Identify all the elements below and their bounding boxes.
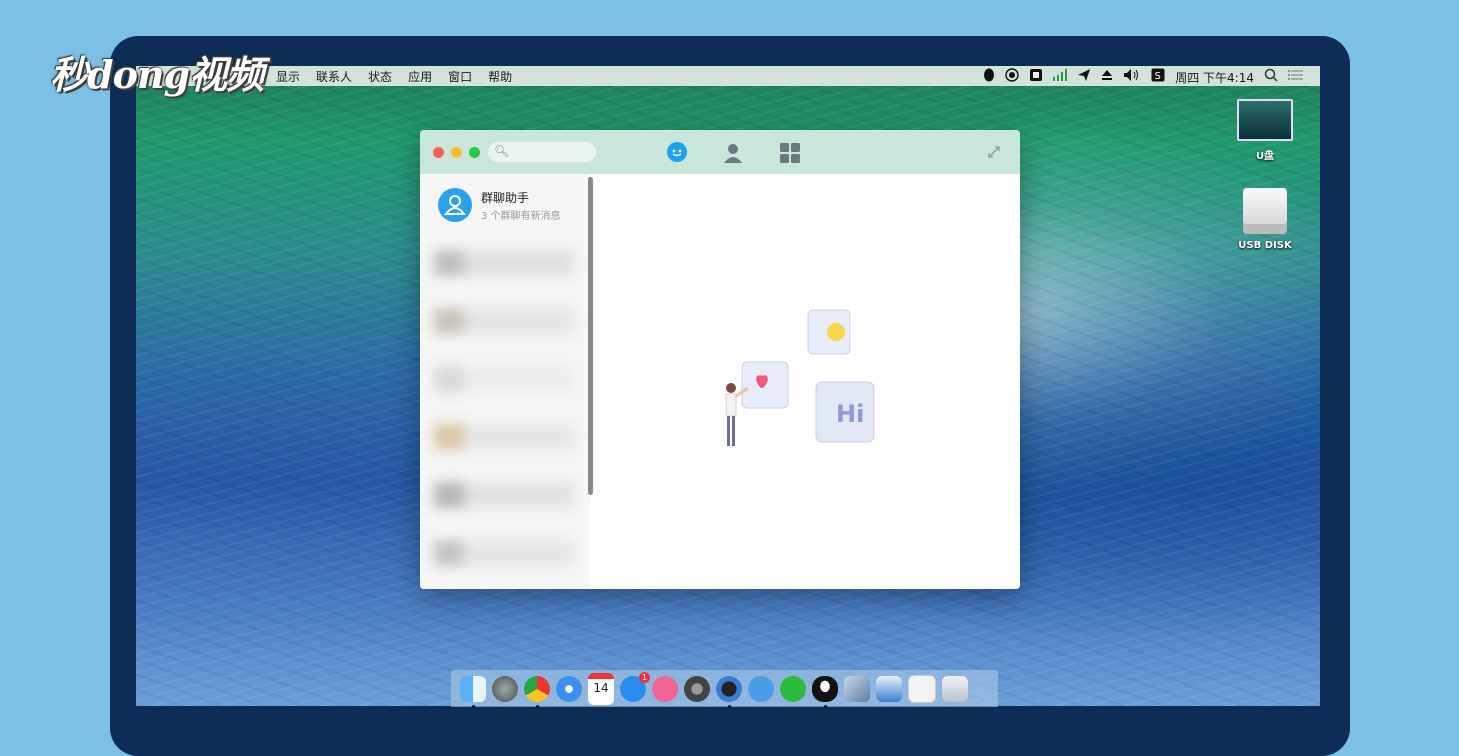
clock[interactable]: 周四 下午4:14 <box>1175 69 1254 86</box>
documents-icon[interactable] <box>908 674 936 703</box>
app-store-badge: 1 <box>639 671 650 683</box>
group-avatar-icon <box>438 188 472 222</box>
menu-help[interactable]: 帮助 <box>488 68 512 85</box>
chrome-icon[interactable] <box>524 675 550 708</box>
apps-tab-icon[interactable] <box>779 142 801 164</box>
illustration-hi-text: Hi <box>836 400 864 428</box>
usb-drive-icon <box>1243 188 1287 234</box>
qq-window: 🔍︎ 群聊助手 3 个群聊有新消息 Hi <box>420 130 1020 589</box>
send-icon[interactable] <box>1077 68 1091 86</box>
desktop-icon-label: U盘 <box>1255 151 1275 162</box>
dock: 14 1 <box>451 670 998 708</box>
list-item[interactable] <box>434 424 574 450</box>
menu-apps[interactable]: 应用 <box>408 68 432 85</box>
expand-icon[interactable] <box>986 144 1002 160</box>
finder-icon[interactable] <box>460 675 486 708</box>
conversation-preview: 3 个群聊有新消息 <box>481 211 561 222</box>
status-menu-area: S 周四 下午4:14 <box>983 68 1304 86</box>
desktop-icon-label: USB DISK <box>1238 240 1292 251</box>
menu-bar: 式 显示 联系人 状态 应用 窗口 帮助 S 周四 下午4:14 <box>136 66 1320 86</box>
notification-center-icon[interactable] <box>1288 69 1304 85</box>
trash-icon[interactable] <box>942 675 968 702</box>
qq-penguin-icon[interactable] <box>983 68 995 86</box>
input-method-icon[interactable] <box>1029 68 1043 86</box>
chat-empty-state: Hi <box>596 174 1020 589</box>
safari-icon[interactable] <box>556 675 582 702</box>
record-icon[interactable] <box>1005 68 1019 86</box>
menu-status[interactable]: 状态 <box>368 68 392 85</box>
conversation-list: 群聊助手 3 个群聊有新消息 <box>420 174 590 589</box>
quicktime-icon[interactable] <box>716 675 742 708</box>
menu-view[interactable]: 显示 <box>276 68 300 85</box>
list-scrollbar[interactable] <box>588 177 593 495</box>
desktop-icon-usb-disk[interactable]: USB DISK <box>1230 188 1300 251</box>
search-field[interactable]: 🔍︎ <box>488 142 596 162</box>
empty-state-illustration: Hi <box>725 309 875 446</box>
menu-window[interactable]: 窗口 <box>448 68 472 85</box>
volume-icon[interactable] <box>1123 68 1141 86</box>
drive-icon <box>1237 99 1293 141</box>
app-menus: 式 显示 联系人 状态 应用 窗口 帮助 <box>248 68 528 85</box>
keynote-icon[interactable] <box>876 675 902 702</box>
qq-toolbar: 🔍︎ <box>420 130 1020 174</box>
launchpad-icon[interactable] <box>492 675 518 702</box>
eject-icon[interactable] <box>1101 69 1113 85</box>
watermark-logo: 秒dong视频 <box>50 52 264 97</box>
list-item[interactable] <box>434 366 574 392</box>
messages-tab-icon[interactable] <box>666 142 688 164</box>
menu-contacts[interactable]: 联系人 <box>316 68 352 85</box>
desktop-icon-u-disk[interactable]: U盘 <box>1230 99 1300 162</box>
virtualbox-icon[interactable] <box>844 675 870 702</box>
minimize-button[interactable] <box>451 147 462 158</box>
search-icon: 🔍︎ <box>494 144 510 158</box>
close-button[interactable] <box>433 147 444 158</box>
zoom-button[interactable] <box>469 147 480 158</box>
qq-icon[interactable] <box>812 675 838 708</box>
list-item[interactable] <box>434 482 574 508</box>
paper-plane-icon[interactable] <box>652 675 678 702</box>
signal-icon[interactable] <box>1053 69 1068 85</box>
calendar-icon[interactable]: 14 <box>588 672 614 705</box>
spotlight-search-icon[interactable] <box>1264 68 1278 86</box>
contacts-tab-icon[interactable] <box>722 142 744 164</box>
list-item[interactable] <box>434 540 574 566</box>
svg-text:S: S <box>1155 71 1161 82</box>
qq-browser-icon[interactable] <box>748 675 774 702</box>
system-preferences-icon[interactable] <box>684 675 710 702</box>
app-store-icon[interactable]: 1 <box>620 671 650 702</box>
list-item[interactable] <box>434 250 574 276</box>
sogou-icon[interactable]: S <box>1151 68 1165 86</box>
conversation-name: 群聊助手 <box>481 191 530 205</box>
wechat-icon[interactable] <box>780 675 806 702</box>
conversation-item[interactable]: 群聊助手 3 个群聊有新消息 <box>420 174 590 232</box>
list-item[interactable] <box>434 308 574 334</box>
